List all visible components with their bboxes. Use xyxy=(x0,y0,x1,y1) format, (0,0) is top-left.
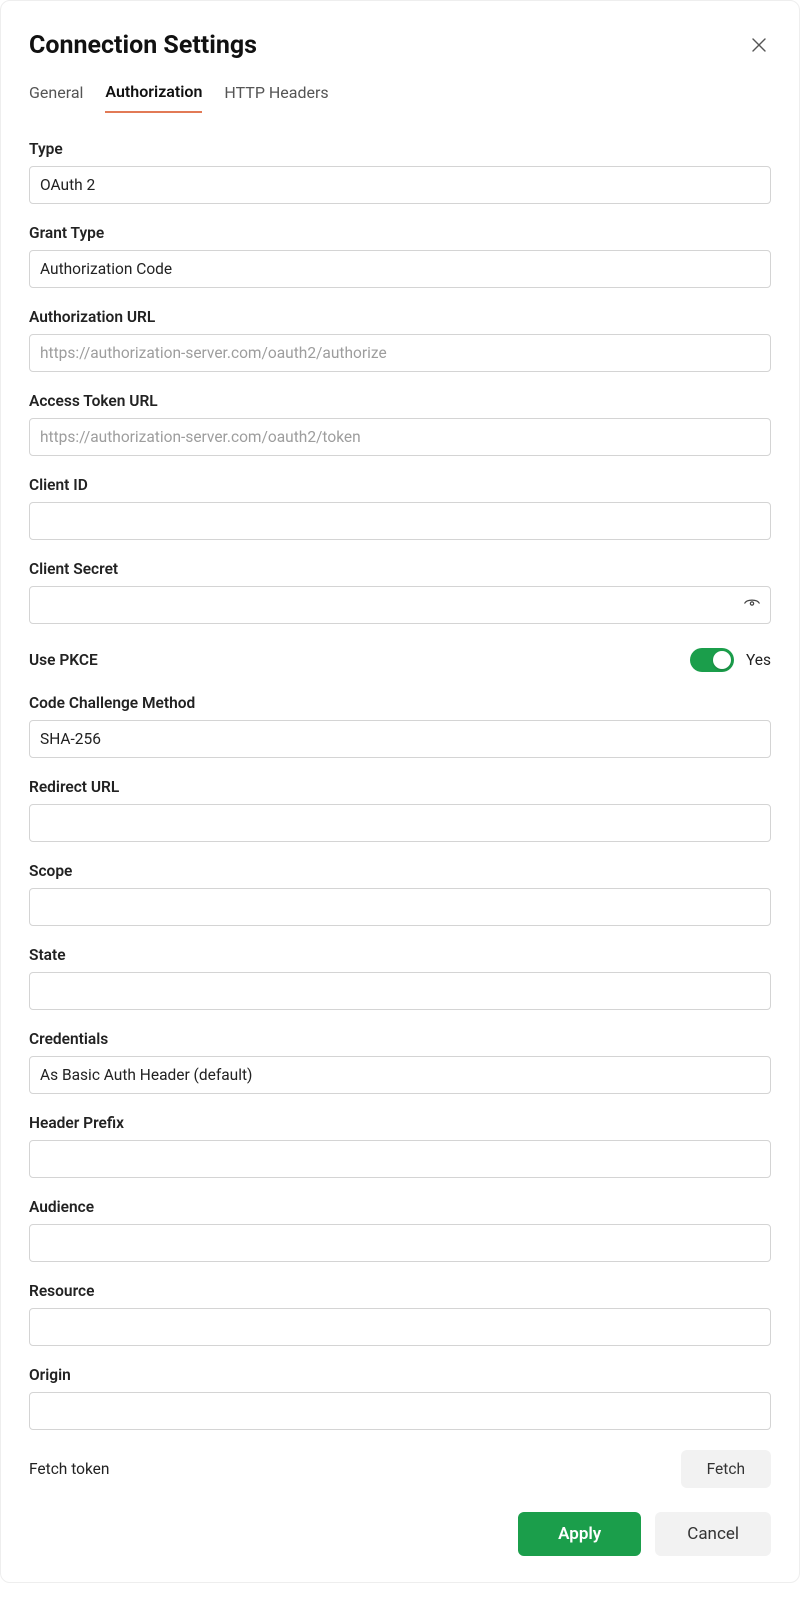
audience-label: Audience xyxy=(29,1198,771,1216)
credentials-select[interactable]: As Basic Auth Header (default) xyxy=(29,1056,771,1094)
use-pkce-value: Yes xyxy=(746,651,771,669)
scope-label: Scope xyxy=(29,862,771,880)
origin-label: Origin xyxy=(29,1366,771,1384)
scope-field: Scope xyxy=(29,862,771,926)
authorization-url-label: Authorization URL xyxy=(29,308,771,326)
code-challenge-method-label: Code Challenge Method xyxy=(29,694,771,712)
tab-general[interactable]: General xyxy=(29,82,83,113)
grant-type-select[interactable]: Authorization Code xyxy=(29,250,771,288)
credentials-field: Credentials As Basic Auth Header (defaul… xyxy=(29,1030,771,1094)
apply-button[interactable]: Apply xyxy=(518,1512,641,1556)
header-prefix-input[interactable] xyxy=(29,1140,771,1178)
client-id-label: Client ID xyxy=(29,476,771,494)
access-token-url-input[interactable] xyxy=(29,418,771,456)
connection-settings-dialog: Connection Settings General Authorizatio… xyxy=(0,0,800,1583)
audience-input[interactable] xyxy=(29,1224,771,1262)
resource-field: Resource xyxy=(29,1282,771,1346)
tab-authorization[interactable]: Authorization xyxy=(105,82,202,113)
eye-icon xyxy=(743,595,761,613)
audience-field: Audience xyxy=(29,1198,771,1262)
code-challenge-method-select[interactable]: SHA-256 xyxy=(29,720,771,758)
origin-field: Origin xyxy=(29,1366,771,1430)
client-secret-field: Client Secret xyxy=(29,560,771,624)
origin-input[interactable] xyxy=(29,1392,771,1430)
reveal-secret-button[interactable] xyxy=(739,591,765,620)
state-field: State xyxy=(29,946,771,1010)
fetch-button[interactable]: Fetch xyxy=(681,1450,771,1488)
header-prefix-label: Header Prefix xyxy=(29,1114,771,1132)
type-field: Type OAuth 2 xyxy=(29,140,771,204)
state-label: State xyxy=(29,946,771,964)
dialog-title: Connection Settings xyxy=(29,31,257,60)
dialog-footer: Apply Cancel xyxy=(29,1512,771,1556)
resource-label: Resource xyxy=(29,1282,771,1300)
tabs: General Authorization HTTP Headers xyxy=(29,82,771,114)
close-button[interactable] xyxy=(747,33,771,57)
grant-type-field: Grant Type Authorization Code xyxy=(29,224,771,288)
use-pkce-row: Use PKCE Yes xyxy=(29,644,771,672)
redirect-url-input[interactable] xyxy=(29,804,771,842)
type-select[interactable]: OAuth 2 xyxy=(29,166,771,204)
use-pkce-toggle[interactable] xyxy=(690,648,734,672)
redirect-url-field: Redirect URL xyxy=(29,778,771,842)
tab-http-headers[interactable]: HTTP Headers xyxy=(224,82,328,113)
grant-type-label: Grant Type xyxy=(29,224,771,242)
fetch-token-label: Fetch token xyxy=(29,1460,109,1478)
credentials-label: Credentials xyxy=(29,1030,771,1048)
redirect-url-label: Redirect URL xyxy=(29,778,771,796)
close-icon xyxy=(751,37,767,53)
header-prefix-field: Header Prefix xyxy=(29,1114,771,1178)
use-pkce-label: Use PKCE xyxy=(29,651,98,669)
access-token-url-label: Access Token URL xyxy=(29,392,771,410)
dialog-header: Connection Settings xyxy=(29,31,771,60)
fetch-token-row: Fetch token Fetch xyxy=(29,1450,771,1488)
state-input[interactable] xyxy=(29,972,771,1010)
code-challenge-method-field: Code Challenge Method SHA-256 xyxy=(29,694,771,758)
client-id-field: Client ID xyxy=(29,476,771,540)
scope-input[interactable] xyxy=(29,888,771,926)
client-id-input[interactable] xyxy=(29,502,771,540)
access-token-url-field: Access Token URL xyxy=(29,392,771,456)
cancel-button[interactable]: Cancel xyxy=(655,1512,771,1556)
type-label: Type xyxy=(29,140,771,158)
client-secret-input[interactable] xyxy=(29,586,771,624)
authorization-url-input[interactable] xyxy=(29,334,771,372)
client-secret-label: Client Secret xyxy=(29,560,771,578)
authorization-url-field: Authorization URL xyxy=(29,308,771,372)
resource-input[interactable] xyxy=(29,1308,771,1346)
